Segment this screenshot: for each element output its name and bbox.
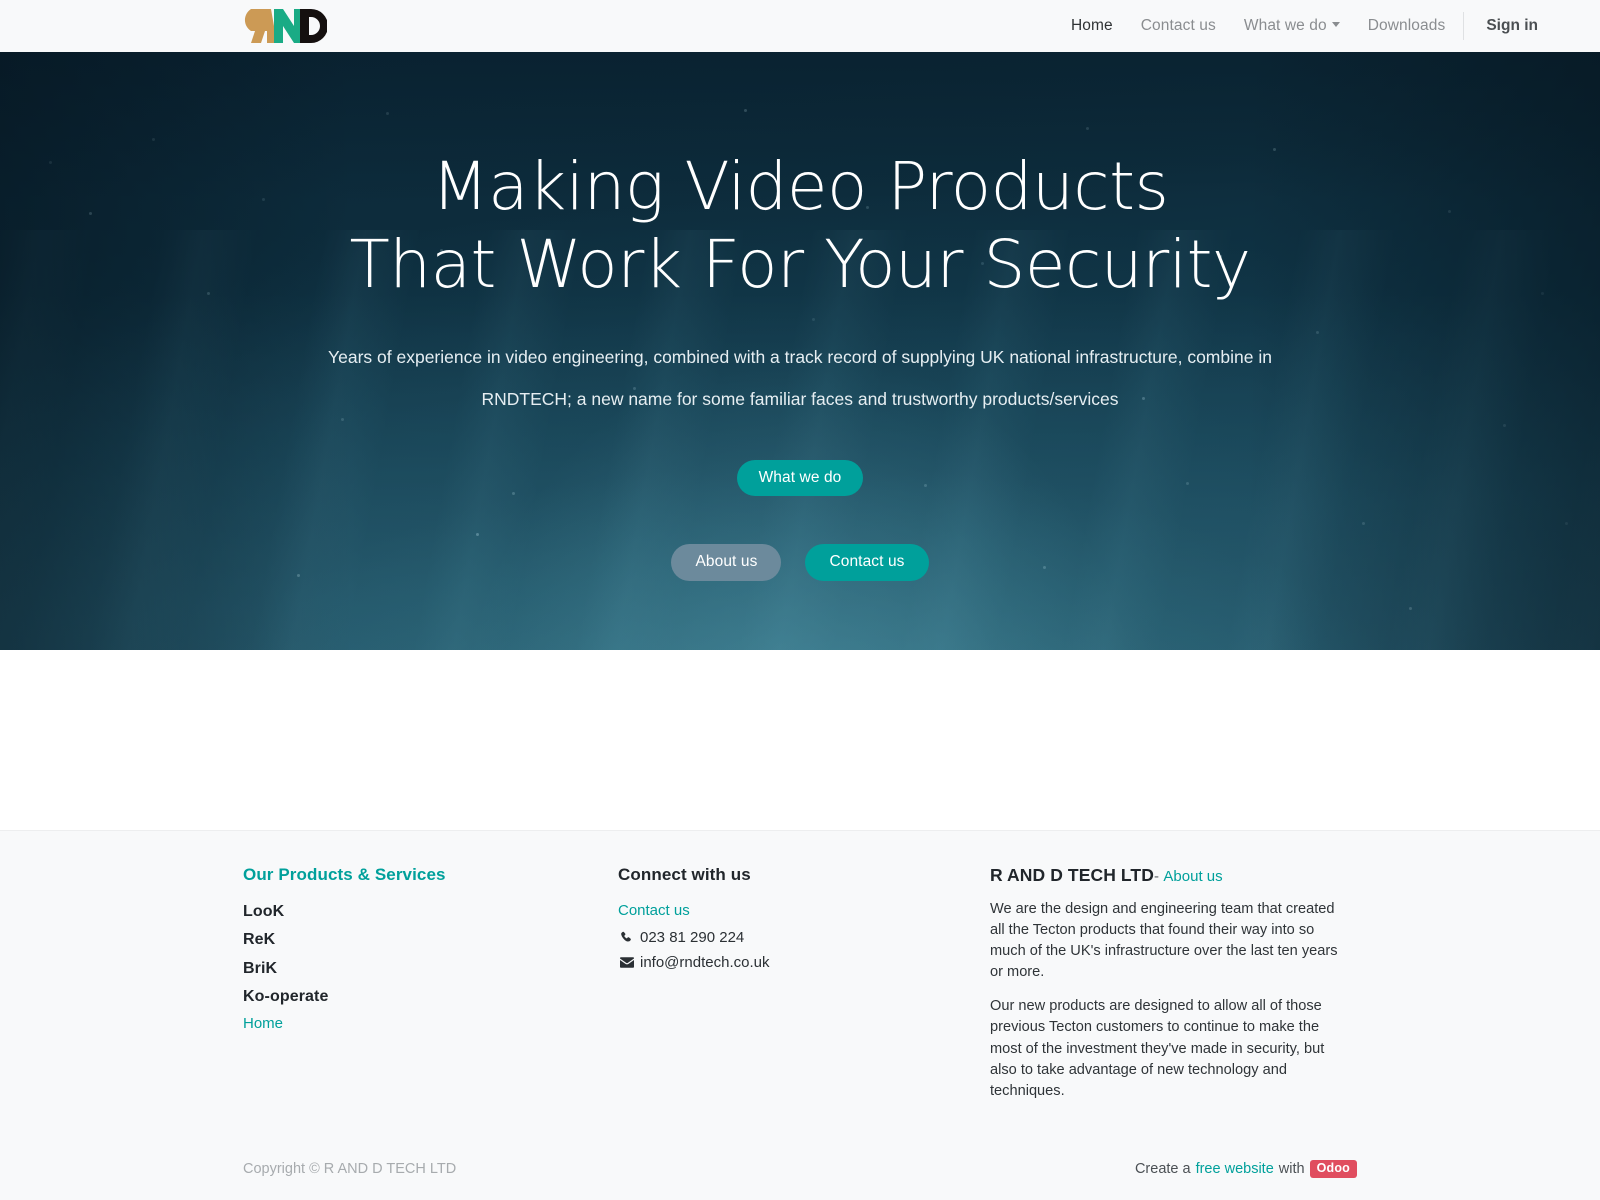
hero-contact-us-button[interactable]: Contact us <box>805 543 929 581</box>
footer-product-rek: ReK <box>243 931 276 949</box>
hero-contact-us-label: Contact us <box>829 553 905 571</box>
hero-content: Making Video Products That Work For Your… <box>0 52 1600 650</box>
brand-logo-link[interactable] <box>243 6 327 46</box>
footer-home-link[interactable]: Home <box>243 1011 283 1037</box>
hero-title: Making Video Products That Work For Your… <box>349 148 1251 304</box>
rnd-logo-icon <box>243 7 327 45</box>
footer-contact-us-link[interactable]: Contact us <box>618 898 690 924</box>
sign-in-label: Sign in <box>1486 17 1538 34</box>
footer-column-company: R AND D TECH LTD- About us We are the de… <box>990 865 1342 1102</box>
footer-about-us-link[interactable]: About us <box>1163 868 1222 885</box>
copyright-text: Copyright © R AND D TECH LTD <box>243 1161 457 1177</box>
footer-connect-heading: Connect with us <box>618 864 751 884</box>
footer-phone-number: 023 81 290 224 <box>640 928 745 946</box>
footer-columns: Our Products & Services LooK ReK BriK Ko… <box>0 865 1600 1102</box>
footer-product-ko-operate: Ko-operate <box>243 988 329 1005</box>
footer-company-paragraph-2: Our new products are designed to allow a… <box>990 998 1325 1099</box>
nav-link-downloads[interactable]: Downloads <box>1354 0 1460 52</box>
footer-phone-row: 023 81 290 224 <box>618 927 990 949</box>
chevron-down-icon <box>1331 22 1340 28</box>
hero-subtitle-line-1: Years of experience in video engineering… <box>328 346 1272 367</box>
site-header: Home Contact us What we do Downloads Sig… <box>0 0 1600 52</box>
free-website-link[interactable]: free website <box>1196 1161 1274 1177</box>
footer-company-paragraph-1: We are the design and engineering team t… <box>990 900 1338 981</box>
footer-company-name: R AND D TECH LTD <box>990 864 1154 885</box>
hero-subtitle: Years of experience in video engineering… <box>328 336 1272 420</box>
footer-products-heading: Our Products & Services <box>243 864 446 884</box>
nav-link-home[interactable]: Home <box>1057 0 1127 52</box>
site-footer: Our Products & Services LooK ReK BriK Ko… <box>0 829 1600 1200</box>
odoo-badge[interactable]: Odoo <box>1309 1160 1357 1178</box>
nav-link-contact-us[interactable]: Contact us <box>1127 0 1230 52</box>
footer-company-separator: - <box>1153 867 1159 885</box>
page-body-blank <box>0 650 1600 830</box>
nav-link-what-we-do[interactable]: What we do <box>1230 0 1354 52</box>
hero-what-we-do-label: What we do <box>758 468 842 486</box>
attribution-prefix: Create a <box>1134 1161 1191 1177</box>
sign-in-button[interactable]: Sign in <box>1468 0 1550 52</box>
hero-what-we-do-button[interactable]: What we do <box>736 459 864 496</box>
hero-subtitle-line-2: RNDTECH; a new name for some familiar fa… <box>481 388 1119 409</box>
nav-link-downloads-label: Downloads <box>1367 17 1446 34</box>
hero-title-line-1: Making Video Products <box>431 148 1169 225</box>
phone-icon <box>618 931 635 944</box>
attribution-text: Create a free website with Odoo <box>1135 1160 1357 1178</box>
hero-section: Making Video Products That Work For Your… <box>0 52 1600 650</box>
nav-link-contact-us-label: Contact us <box>1140 17 1216 34</box>
footer-bottom-bar: Copyright © R AND D TECH LTD Create a fr… <box>0 1138 1600 1200</box>
nav-link-what-we-do-label: What we do <box>1243 17 1327 34</box>
footer-product-look: LooK <box>243 902 285 920</box>
attribution-middle: with <box>1278 1161 1305 1177</box>
hero-secondary-buttons: About us Contact us <box>671 543 929 581</box>
footer-email-address: info@rndtech.co.uk <box>640 953 770 971</box>
main-navigation: Home Contact us What we do Downloads Sig… <box>1057 0 1560 52</box>
envelope-icon <box>618 957 635 968</box>
footer-product-brik: BriK <box>243 959 278 977</box>
footer-column-connect: Connect with us Contact us 023 81 290 22… <box>618 865 990 974</box>
nav-link-home-label: Home <box>1071 17 1113 34</box>
footer-company-heading-row: R AND D TECH LTD- About us <box>990 865 1342 886</box>
nav-divider <box>1463 12 1465 40</box>
hero-title-line-2: That Work For Your Security <box>349 225 1251 303</box>
page-root: Home Contact us What we do Downloads Sig… <box>0 0 1600 1200</box>
hero-about-us-label: About us <box>695 553 758 571</box>
footer-column-products: Our Products & Services LooK ReK BriK Ko… <box>243 865 618 1038</box>
footer-email-row: info@rndtech.co.uk <box>618 952 990 974</box>
hero-about-us-button[interactable]: About us <box>671 543 782 581</box>
